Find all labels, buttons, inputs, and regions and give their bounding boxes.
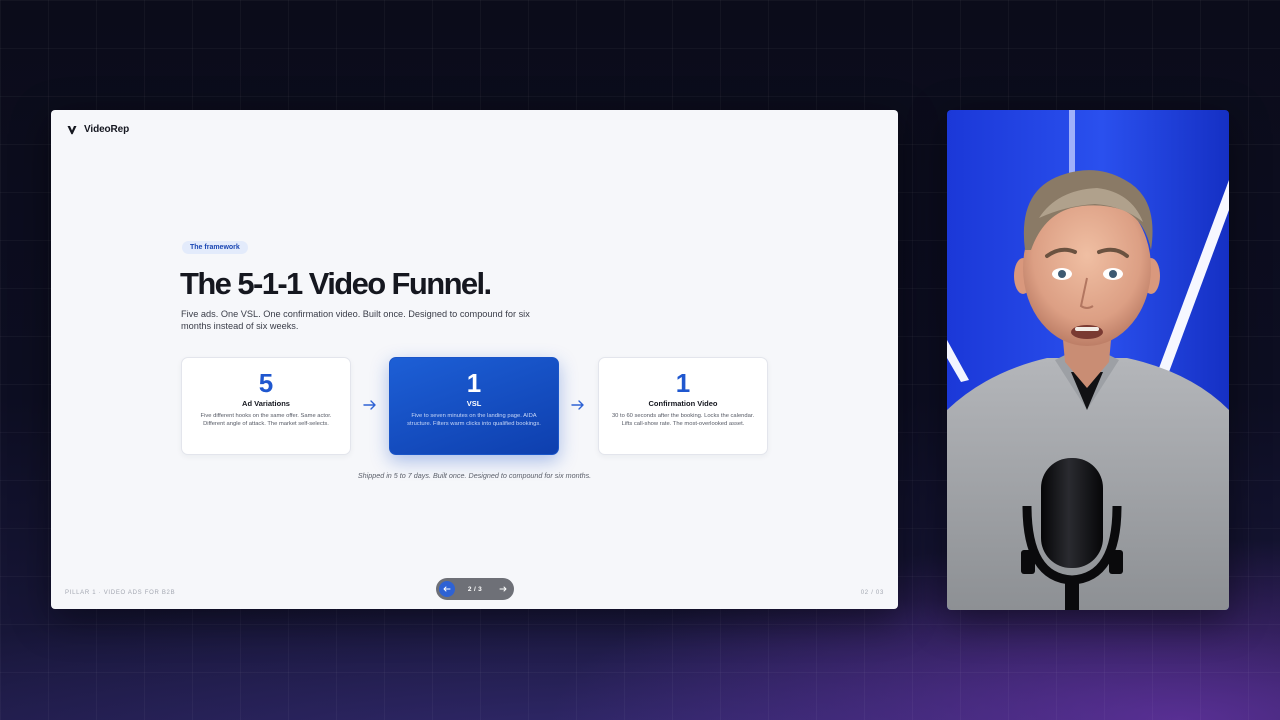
card-name: Ad Variations xyxy=(242,399,290,408)
slide-counter: 2 / 3 xyxy=(467,585,483,593)
card-description: Five to seven minutes on the landing pag… xyxy=(407,413,541,427)
card-number: 1 xyxy=(466,368,482,398)
brand: VideoRep xyxy=(67,124,129,135)
slide-pager: 2 / 3 xyxy=(436,578,514,600)
card-number: 5 xyxy=(258,368,274,398)
slide-title: The 5-1-1 Video Funnel. xyxy=(180,266,492,301)
slide-subtitle: Five ads. One VSL. One confirmation vide… xyxy=(181,309,530,331)
card-description: 30 to 60 seconds after the booking. Lock… xyxy=(611,413,755,427)
card-vsl: 1 VSL Five to seven minutes on the landi… xyxy=(389,357,559,455)
previous-slide-button[interactable] xyxy=(439,581,455,597)
videorep-logo-icon xyxy=(67,125,77,134)
card-description: Five different hooks on the same offer. … xyxy=(200,413,332,427)
card-name: VSL xyxy=(466,399,482,408)
card-name: Confirmation Video xyxy=(648,399,718,408)
footer-section-label: PILLAR 1 · VIDEO ADS FOR B2B xyxy=(65,590,176,596)
arrow-right-icon xyxy=(571,400,584,410)
brand-name: VideoRep xyxy=(84,124,130,135)
arrow-left-icon xyxy=(443,586,451,592)
presenter-video-frame xyxy=(947,110,1229,610)
card-ad-variations: 5 Ad Variations Five different hooks on … xyxy=(181,357,351,455)
slide-page-number: 02 / 03 xyxy=(860,590,884,596)
card-number: 1 xyxy=(675,368,691,398)
presenter-webcam xyxy=(947,110,1229,610)
card-confirmation-video: 1 Confirmation Video 30 to 60 seconds af… xyxy=(598,357,768,455)
slide-footnote: Shipped in 5 to 7 days. Built once. Desi… xyxy=(357,471,592,480)
next-slide-button[interactable] xyxy=(495,581,511,597)
arrow-right-icon xyxy=(499,586,507,592)
presentation-slide: VideoRep The framework The 5-1-1 Video F… xyxy=(51,110,898,609)
arrow-right-icon xyxy=(363,400,376,410)
section-tag: The framework xyxy=(182,241,248,254)
